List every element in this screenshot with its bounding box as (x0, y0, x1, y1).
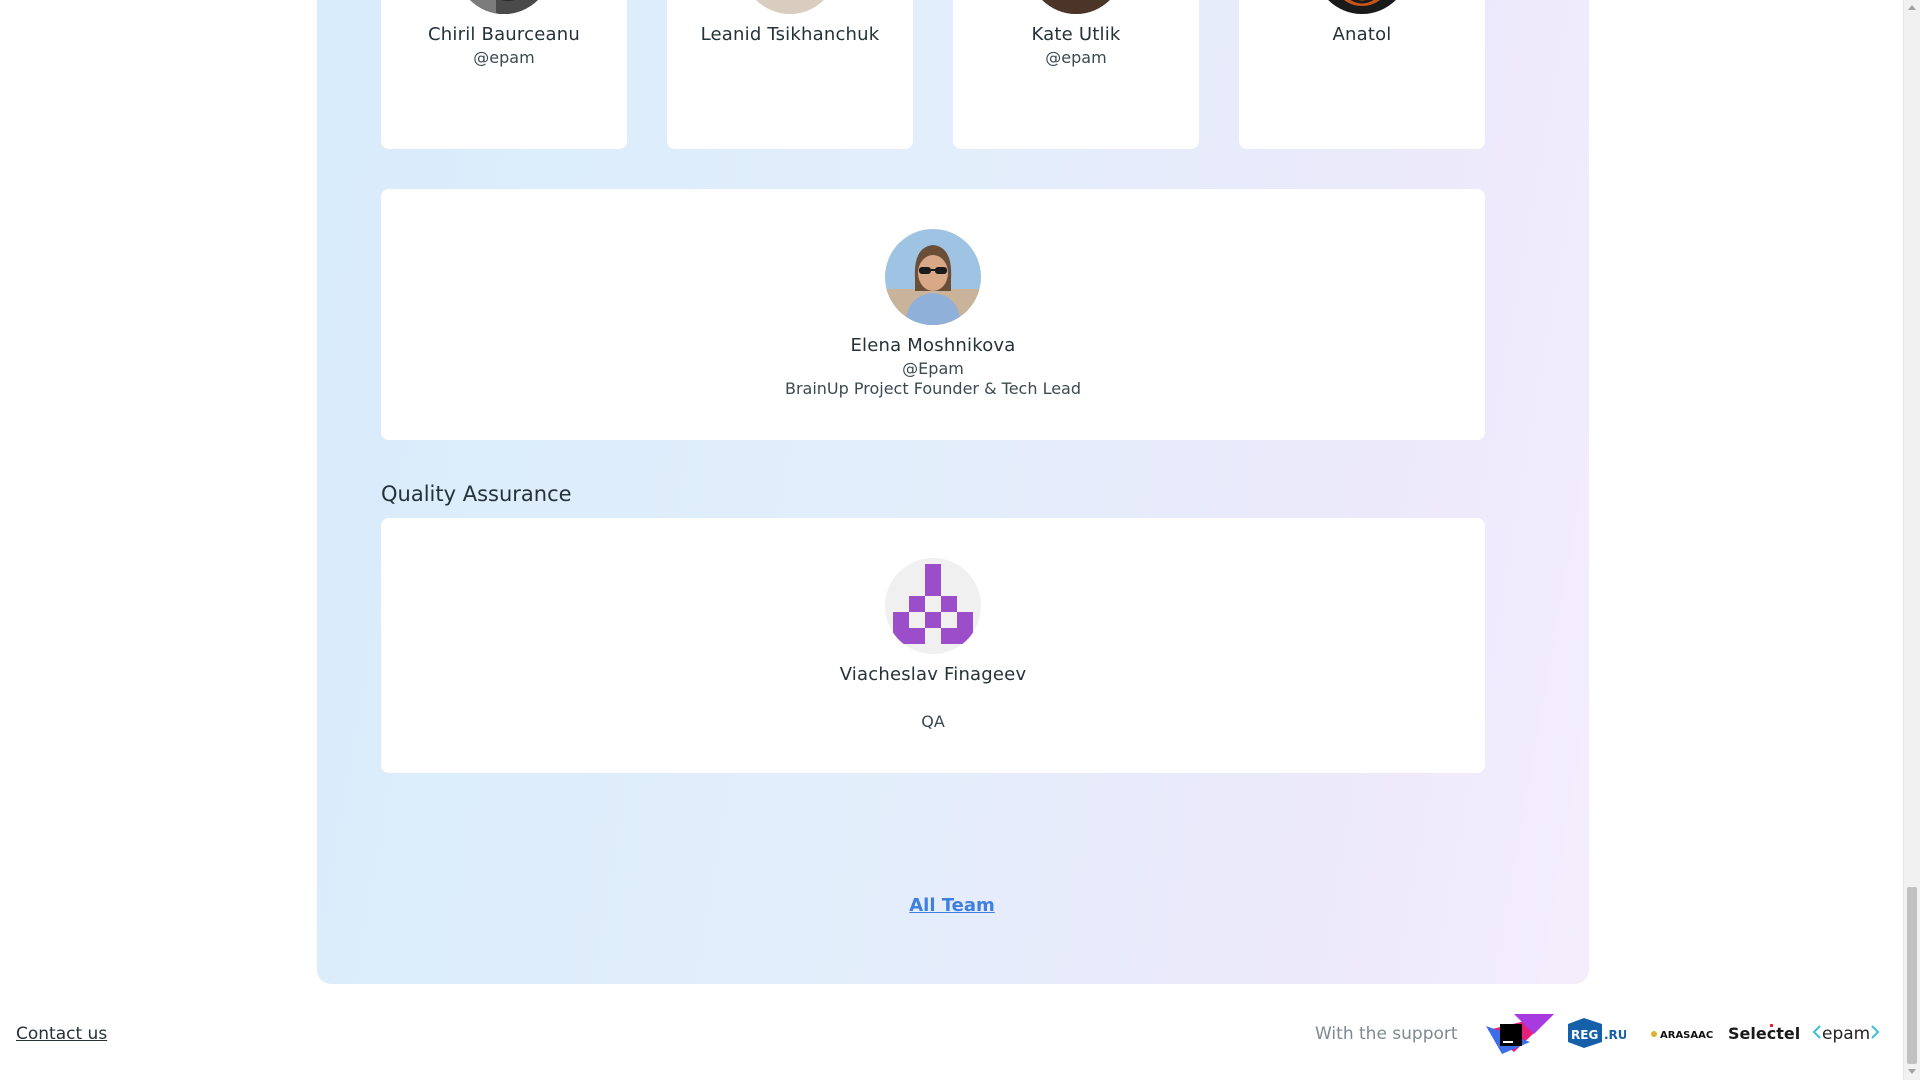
founder-card: Elena Moshnikova @Epam BrainUp Project F… (381, 189, 1485, 440)
member-name: Leanid Tsikhanchuk (700, 24, 880, 45)
footer: Contact us With the support REG .RU ARAS… (0, 1010, 1904, 1060)
team-card: Chiril Baurceanu @epam (381, 0, 627, 149)
qa-card: Viacheslav Finageev QA (381, 518, 1485, 773)
avatar-cartoon-glasses-icon (1314, 0, 1410, 14)
page: Chiril Baurceanu @epam Leanid Tsikhanchu… (0, 0, 1920, 1080)
scroll-down-arrow-icon[interactable] (1908, 1069, 1916, 1074)
member-name: Anatol (1332, 24, 1392, 45)
scrollbar-thumb[interactable] (1907, 887, 1917, 1064)
avatar-opentowork-man-icon (742, 0, 838, 14)
svg-text:epam: epam (1822, 1024, 1870, 1044)
founder-org: @Epam (902, 359, 964, 378)
member-role: QA (921, 712, 945, 731)
vertical-scrollbar[interactable] (1903, 0, 1920, 1080)
reg-ru-logo-icon[interactable]: REG .RU (1566, 1018, 1628, 1048)
member-org: @epam (473, 48, 535, 67)
member-name: Viacheslav Finageev (839, 664, 1027, 685)
scroll-up-arrow-icon[interactable] (1908, 5, 1916, 10)
founder-name: Elena Moshnikova (850, 335, 1016, 356)
team-card: Anatol (1239, 0, 1485, 149)
selectel-logo-icon[interactable]: Selectel (1728, 1021, 1802, 1045)
avatar-woman-curly-hair-icon (1028, 0, 1124, 14)
svg-text:REG: REG (1571, 1028, 1598, 1042)
member-name: Chiril Baurceanu (428, 24, 580, 45)
contact-us-link[interactable]: Contact us (16, 1024, 107, 1044)
arasaac-logo-icon[interactable]: ARASAAC (1650, 1024, 1720, 1044)
avatar-bearded-man-icon (456, 0, 552, 14)
avatar-woman-sunglasses-icon (885, 229, 981, 325)
team-card: Leanid Tsikhanchuk (667, 0, 913, 149)
support-label: With the support (1315, 1024, 1458, 1044)
svg-text:Selectel: Selectel (1728, 1024, 1800, 1043)
all-team-link[interactable]: All Team (909, 895, 995, 916)
avatar-identicon-purple-icon (885, 558, 981, 654)
svg-text:ARASAAC: ARASAAC (1660, 1030, 1713, 1041)
jetbrains-logo-icon[interactable] (1484, 1012, 1556, 1056)
svg-text:.RU: .RU (1604, 1028, 1626, 1042)
founder-role: BrainUp Project Founder & Tech Lead (784, 379, 1081, 398)
member-name: Kate Utlik (1031, 24, 1121, 45)
section-title-qa: Quality Assurance (381, 482, 572, 506)
team-card: Kate Utlik @epam (953, 0, 1199, 149)
all-team-link-wrapper: All Team (0, 895, 1904, 916)
member-org: @epam (1045, 48, 1107, 67)
epam-logo-icon[interactable]: epam (1812, 1018, 1882, 1048)
